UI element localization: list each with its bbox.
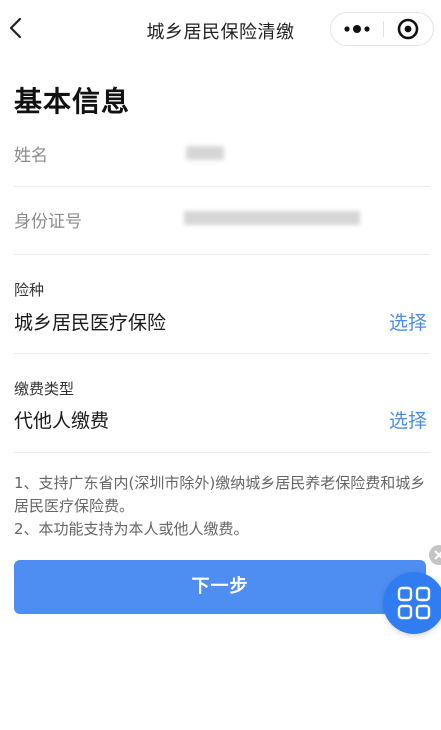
target-circle-icon (397, 18, 419, 40)
name-value-redacted (186, 146, 224, 160)
more-dots-icon (344, 25, 370, 33)
insurance-type-select-link[interactable]: 选择 (389, 308, 427, 335)
payment-type-label: 缴费类型 (14, 380, 75, 398)
more-button[interactable] (331, 13, 383, 45)
close-program-button[interactable] (384, 13, 434, 45)
id-label: 身份证号 (14, 212, 82, 232)
section-title: 基本信息 (14, 85, 131, 118)
insurance-type-label: 险种 (14, 281, 45, 299)
divider (14, 186, 430, 187)
divider (14, 452, 430, 453)
page: 城乡居民保险清缴 基本信息 姓名 身份证号 险种 城乡居民医疗保险 选择 缴费类… (0, 0, 441, 730)
id-value-redacted (184, 211, 360, 225)
note-item: 2、本功能支持为本人或他人缴费。 (14, 520, 249, 538)
floating-apps-button[interactable] (383, 572, 441, 634)
payment-type-select-link[interactable]: 选择 (389, 406, 427, 433)
divider (14, 353, 430, 354)
divider (14, 254, 430, 255)
close-icon (434, 550, 441, 560)
notes: 1、支持广东省内(深圳市除外)缴纳城乡居民养老保险费和城乡居民医疗保险费。 2、… (14, 472, 432, 541)
floating-close-button[interactable] (429, 545, 441, 565)
insurance-type-value: 城乡居民医疗保险 (14, 312, 167, 334)
mini-program-capsule (330, 12, 434, 46)
grid-apps-icon (397, 586, 431, 620)
nav-bar: 城乡居民保险清缴 (0, 0, 441, 58)
name-label: 姓名 (14, 146, 48, 166)
note-item: 1、支持广东省内(深圳市除外)缴纳城乡居民养老保险费和城乡居民医疗保险费。 (14, 474, 426, 515)
payment-type-value: 代他人缴费 (14, 410, 110, 432)
next-step-button[interactable]: 下一步 (14, 560, 426, 614)
